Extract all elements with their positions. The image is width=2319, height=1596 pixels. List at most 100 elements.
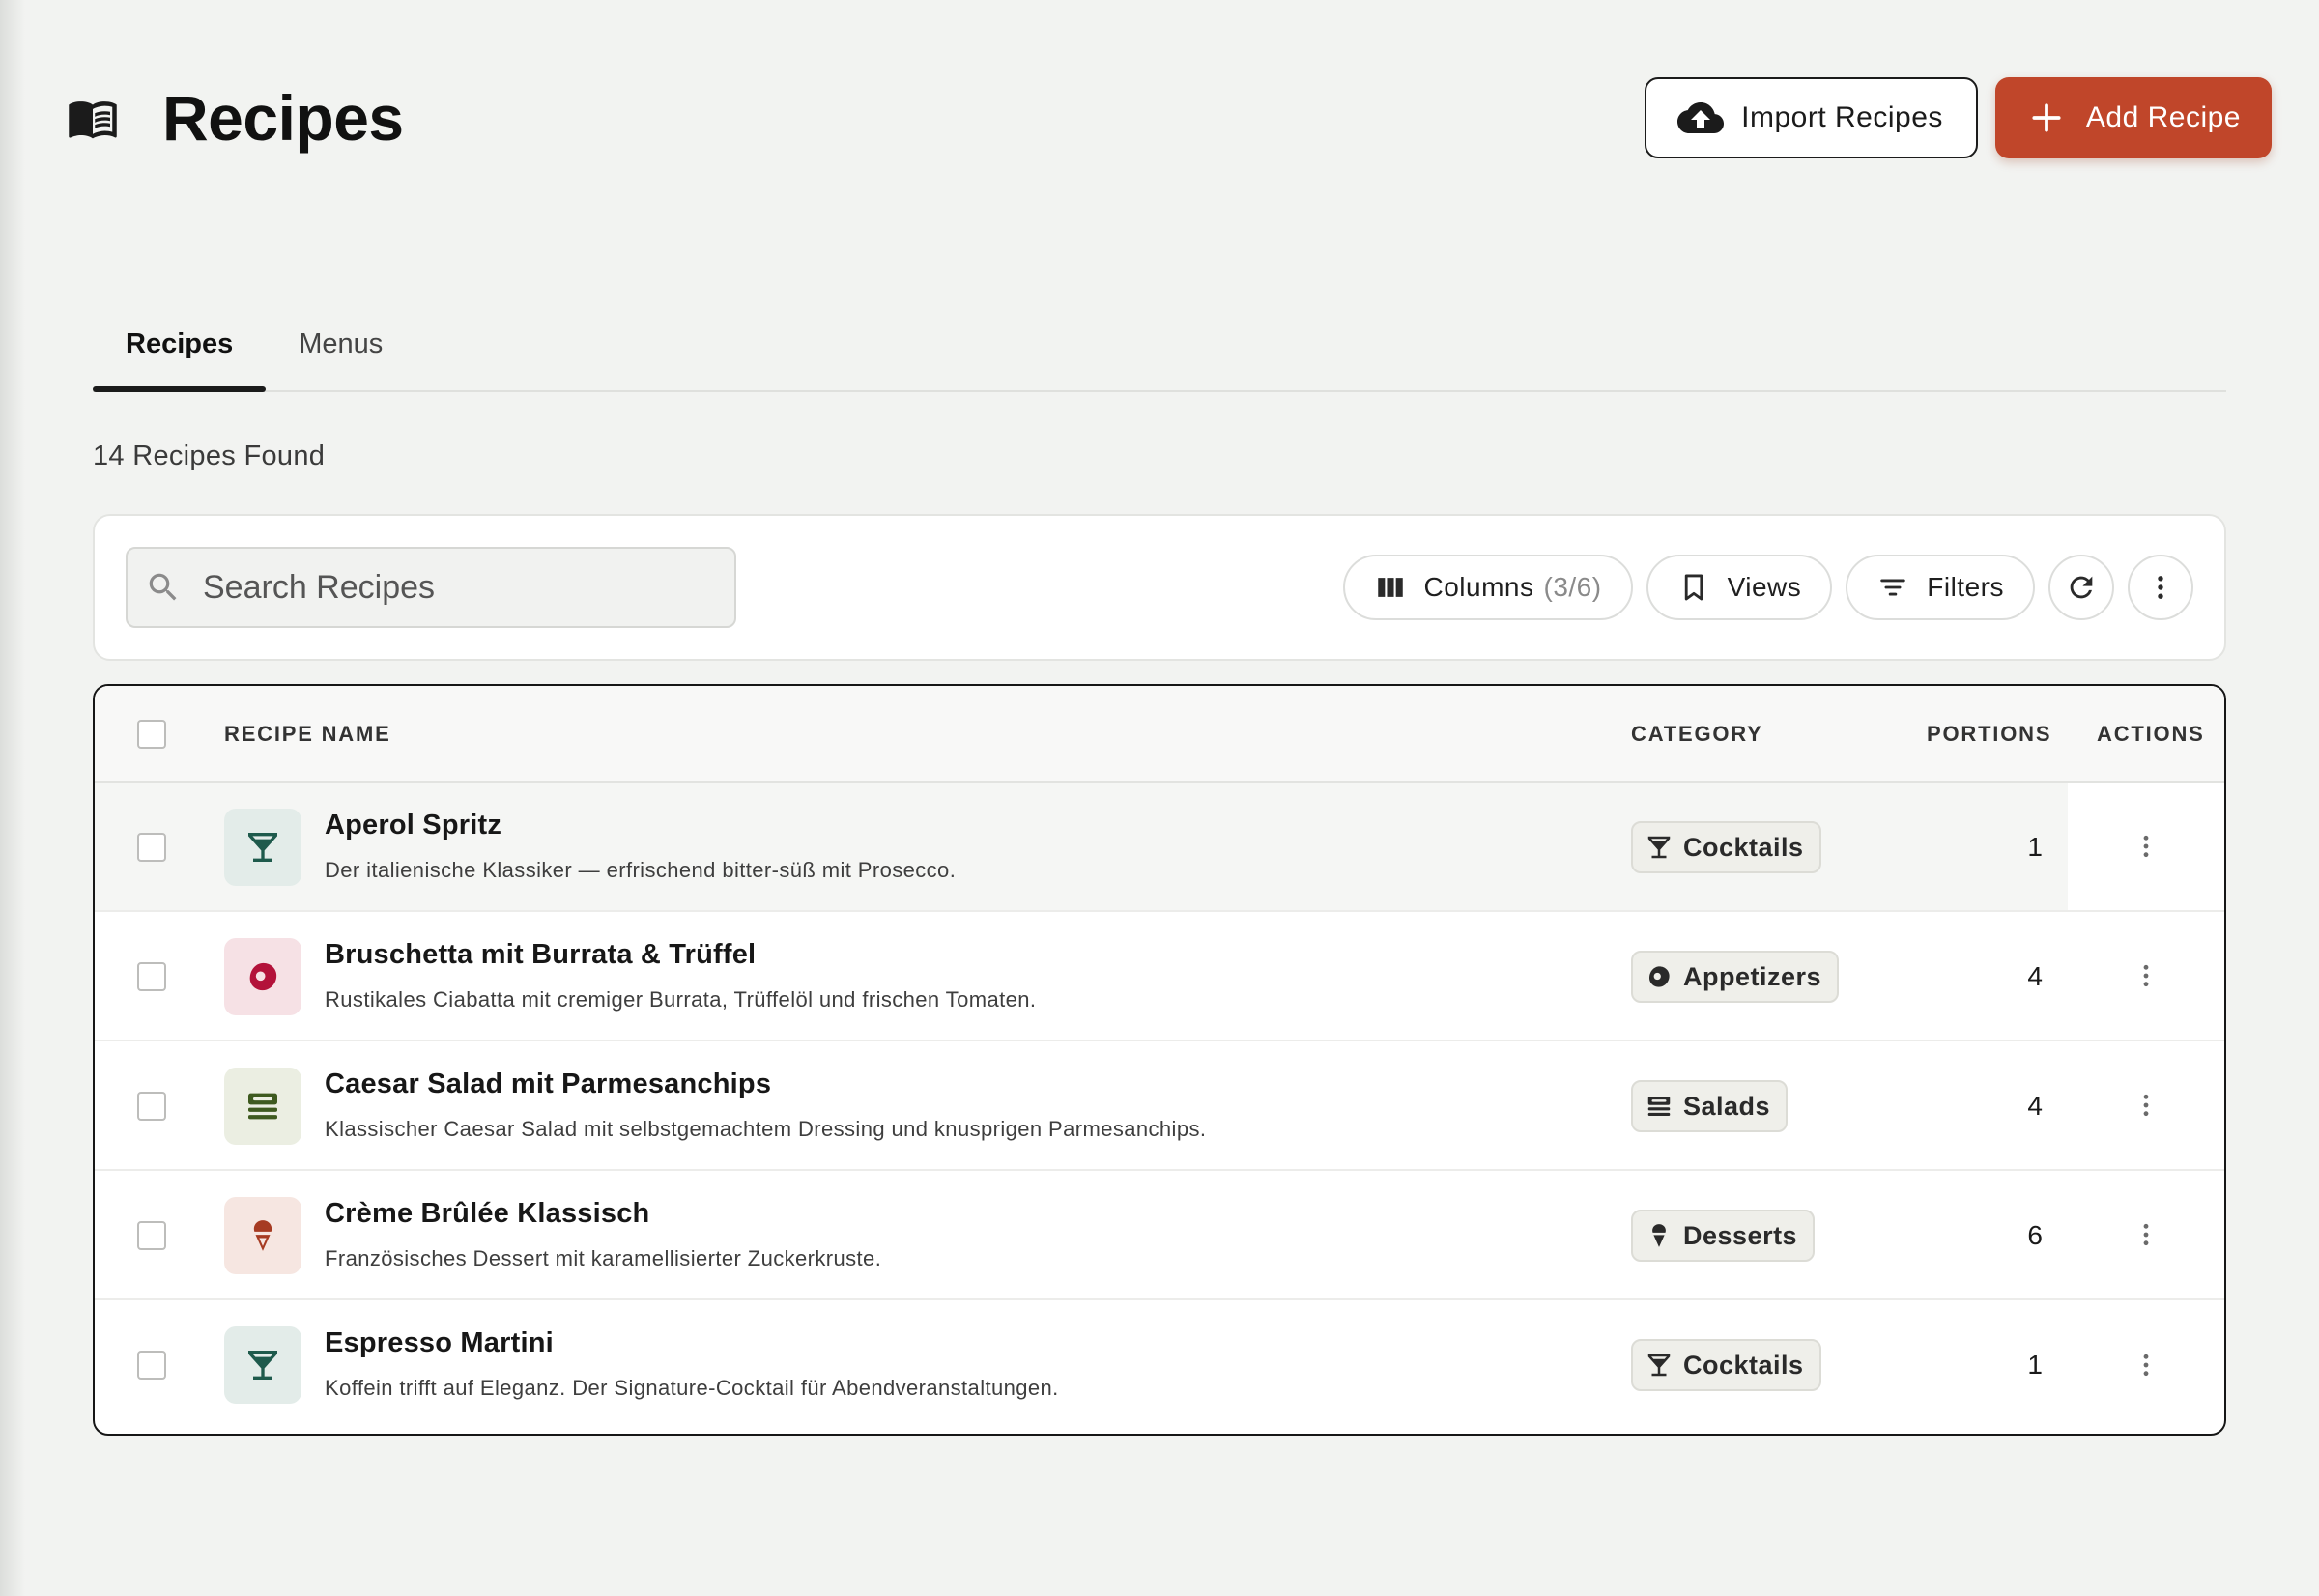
row-checkbox[interactable]: [137, 833, 166, 862]
category-label: Cocktails: [1683, 1350, 1804, 1380]
bookmark-icon: [1684, 574, 1703, 601]
view-columns-icon: [1377, 578, 1403, 597]
recipe-thumbnail: [224, 938, 301, 1015]
category-label: Salads: [1683, 1091, 1771, 1121]
header-actions: Import Recipes Add Recipe: [1645, 77, 2272, 158]
filter-lines-icon: [1880, 579, 1906, 596]
tab-menus[interactable]: Menus: [266, 315, 415, 390]
more-vert-icon: [2143, 964, 2149, 987]
cocktail-icon: [248, 833, 277, 862]
recipe-name[interactable]: Caesar Salad mit Parmesanchips: [325, 1069, 771, 1100]
page-header: Recipes Import Recipes Add Recipe: [66, 68, 2272, 168]
plus-icon: [2032, 103, 2061, 132]
row-actions-button[interactable]: [2068, 912, 2224, 1040]
tab-recipes[interactable]: Recipes: [93, 315, 267, 392]
recipes-table: RECIPE NAME CATEGORY PORTIONS ACTIONS Ap…: [93, 684, 2226, 1436]
recipe-description: Klassischer Caesar Salad mit selbstgemac…: [325, 1117, 1207, 1141]
refresh-icon: [2070, 576, 2093, 599]
results-count: 14 Recipes Found: [93, 441, 326, 471]
more-vert-icon: [2158, 576, 2163, 599]
more-vert-icon: [2143, 835, 2149, 858]
salad-icon: [1647, 1097, 1671, 1116]
category-badge: Salads: [1631, 1080, 1789, 1132]
portions-value: 1: [2027, 832, 2043, 862]
ice-cream-icon: [1652, 1224, 1666, 1247]
appetizer-icon: [249, 962, 277, 991]
search-box: [126, 547, 736, 628]
recipe-thumbnail: [224, 809, 301, 886]
table-row[interactable]: Aperol Spritz Der italienische Klassiker…: [95, 783, 2224, 912]
menu-book-icon: [66, 91, 120, 145]
left-edge-shadow: [0, 0, 25, 1596]
table-header: RECIPE NAME CATEGORY PORTIONS ACTIONS: [95, 686, 2224, 783]
appetizer-icon: [1649, 966, 1670, 987]
recipe-description: Koffein trifft auf Eleganz. Der Signatur…: [325, 1376, 1059, 1400]
cocktail-icon: [1647, 836, 1671, 859]
import-recipes-button[interactable]: Import Recipes: [1645, 77, 1978, 158]
columns-button[interactable]: Columns (3/6): [1342, 555, 1633, 620]
header-portions[interactable]: PORTIONS: [1927, 686, 2051, 783]
cocktail-icon: [248, 1351, 277, 1380]
row-actions-button[interactable]: [2068, 1171, 2224, 1298]
add-recipe-button[interactable]: Add Recipe: [1994, 77, 2272, 158]
row-actions-button[interactable]: [2068, 1300, 2224, 1430]
row-actions-button[interactable]: [2068, 783, 2224, 910]
portions-value: 1: [2027, 1350, 2043, 1380]
add-recipe-label: Add Recipe: [2085, 101, 2241, 133]
header-actions: ACTIONS: [2097, 722, 2205, 746]
cocktail-icon: [1647, 1354, 1671, 1377]
row-checkbox[interactable]: [137, 1221, 166, 1250]
category-label: Desserts: [1683, 1220, 1798, 1250]
recipe-thumbnail: [224, 1197, 301, 1274]
row-checkbox[interactable]: [137, 962, 166, 991]
table-row[interactable]: Crème Brûlée Klassisch Französisches Des…: [95, 1171, 2224, 1300]
category-label: Cocktails: [1683, 832, 1804, 862]
more-options-button[interactable]: [2128, 555, 2193, 620]
tab-bar: Recipes Menus: [93, 315, 2226, 392]
more-vert-icon: [2143, 1354, 2149, 1377]
recipe-description: Rustikales Ciabatta mit cremiger Burrata…: [325, 987, 1037, 1012]
recipe-name[interactable]: Espresso Martini: [325, 1327, 554, 1359]
row-checkbox[interactable]: [137, 1351, 166, 1380]
category-badge: Appetizers: [1631, 951, 1840, 1003]
select-all-checkbox[interactable]: [137, 720, 166, 749]
toolbar-controls: Columns (3/6) Views Filters: [1342, 555, 2193, 620]
more-vert-icon: [2143, 1223, 2149, 1246]
recipe-description: Der italienische Klassiker — erfrischend…: [325, 858, 957, 882]
table-row[interactable]: Caesar Salad mit Parmesanchips Klassisch…: [95, 1041, 2224, 1171]
recipe-name[interactable]: Bruschetta mit Burrata & Trüffel: [325, 939, 756, 971]
search-icon: [149, 573, 177, 601]
recipe-name[interactable]: Aperol Spritz: [325, 810, 501, 841]
portions-value: 6: [2027, 1220, 2043, 1250]
recipe-thumbnail: [224, 1068, 301, 1145]
recipe-thumbnail: [224, 1326, 301, 1404]
views-button[interactable]: Views: [1646, 555, 1833, 620]
filters-button[interactable]: Filters: [1846, 555, 2035, 620]
more-vert-icon: [2143, 1094, 2149, 1117]
row-actions-button[interactable]: [2068, 1041, 2224, 1169]
filters-label: Filters: [1927, 572, 2004, 602]
views-label: Views: [1727, 572, 1802, 602]
category-badge: Cocktails: [1631, 821, 1821, 873]
page-title: Recipes: [162, 82, 404, 154]
table-row[interactable]: Espresso Martini Koffein trifft auf Eleg…: [95, 1300, 2224, 1430]
columns-label: Columns: [1423, 572, 1534, 602]
header-recipe-name[interactable]: RECIPE NAME: [224, 686, 391, 783]
search-input[interactable]: [203, 568, 705, 607]
cloud-upload-icon: [1677, 102, 1725, 133]
columns-count: (3/6): [1543, 572, 1602, 602]
category-badge: Desserts: [1631, 1210, 1816, 1262]
portions-value: 4: [2027, 1091, 2043, 1121]
recipe-name[interactable]: Crème Brûlée Klassisch: [325, 1198, 649, 1230]
category-badge: Cocktails: [1631, 1339, 1821, 1391]
recipe-description: Französisches Dessert mit karamellisiert…: [325, 1246, 882, 1270]
ice-cream-icon: [253, 1220, 272, 1251]
portions-value: 4: [2027, 961, 2043, 991]
salad-icon: [248, 1093, 277, 1120]
import-recipes-label: Import Recipes: [1741, 101, 1943, 133]
refresh-button[interactable]: [2048, 555, 2114, 620]
table-row[interactable]: Bruschetta mit Burrata & Trüffel Rustika…: [95, 912, 2224, 1041]
row-checkbox[interactable]: [137, 1092, 166, 1121]
header-category[interactable]: CATEGORY: [1631, 686, 1763, 783]
category-label: Appetizers: [1683, 961, 1822, 991]
